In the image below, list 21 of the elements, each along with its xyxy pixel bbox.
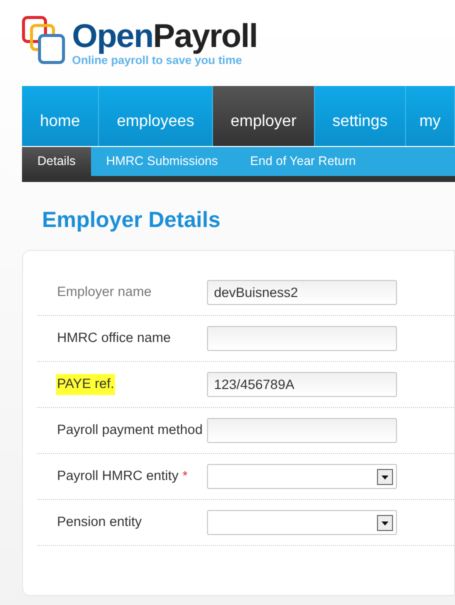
subnav-tab[interactable]: Details	[22, 147, 91, 176]
logo-wordmark: OpenPayroll	[72, 18, 258, 54]
field-label: Payroll HMRC entity	[57, 467, 179, 486]
field-label: HMRC office name	[57, 329, 171, 348]
select-field[interactable]	[207, 464, 397, 489]
field-label: Payroll payment method	[57, 421, 203, 440]
subnav-tab[interactable]: HMRC Submissions	[91, 147, 233, 176]
input-field[interactable]: devBuisness2	[207, 280, 397, 305]
field-label: PAYE ref.	[56, 374, 116, 395]
nav-tab[interactable]: employer	[213, 86, 315, 146]
input-field[interactable]: 123/456789A	[207, 372, 397, 397]
logo-tagline: Online payroll to save you time	[72, 54, 243, 68]
logo-icon	[22, 16, 66, 66]
required-mark: *	[182, 467, 188, 486]
page-heading: Employer Details	[42, 206, 222, 234]
field-label: Pension entity	[57, 513, 142, 532]
input-field[interactable]	[207, 418, 397, 443]
input-field[interactable]	[207, 326, 397, 351]
subnav-tab[interactable]: End of Year Return	[233, 147, 373, 176]
field-label: Employer name	[57, 283, 152, 302]
select-field[interactable]	[207, 510, 397, 535]
